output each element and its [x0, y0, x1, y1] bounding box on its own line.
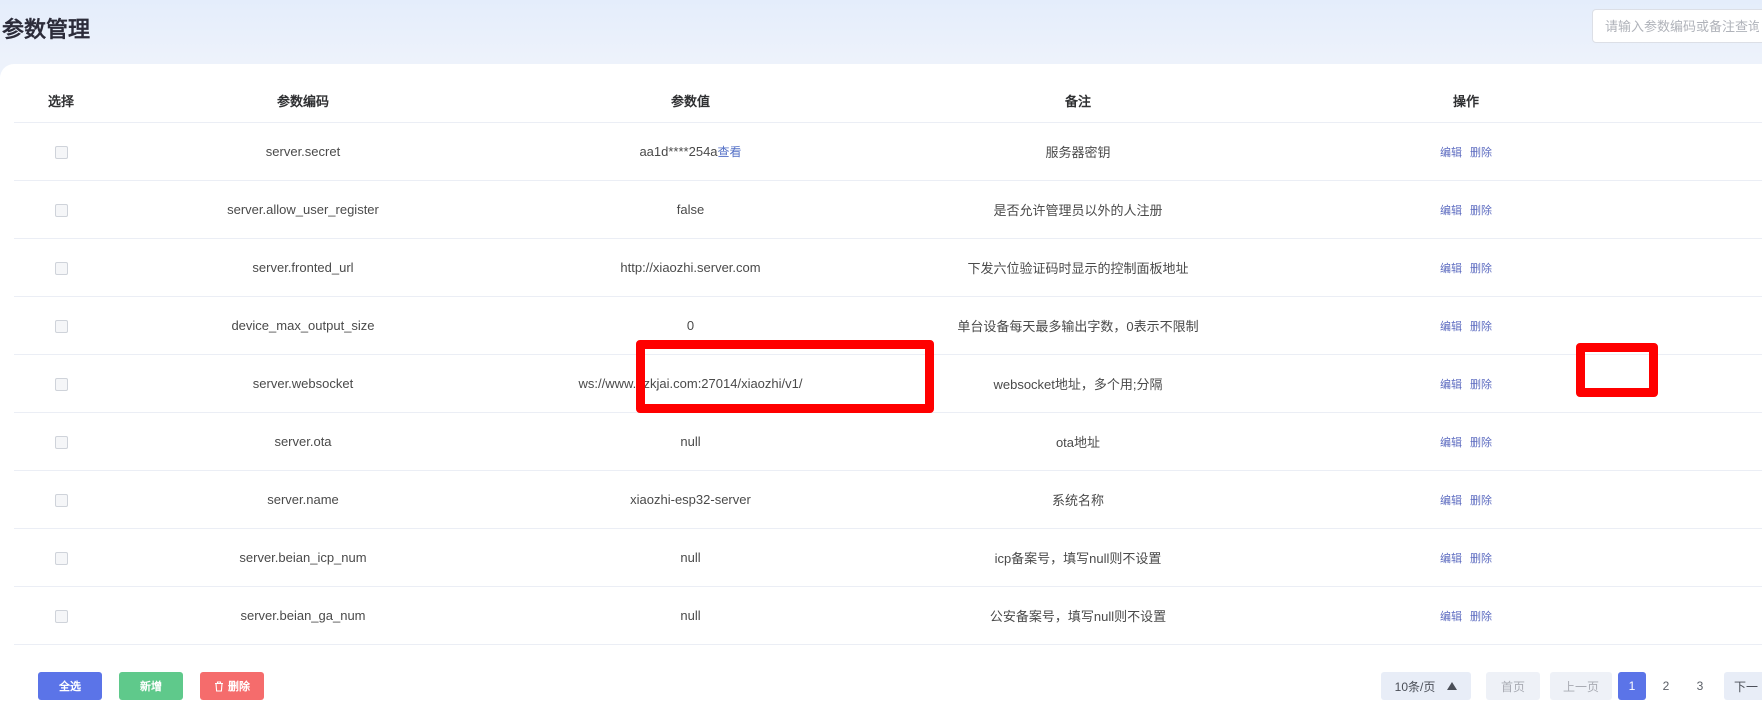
edit-button[interactable]: 编辑	[1440, 263, 1462, 275]
param-value: null	[498, 412, 883, 471]
add-button[interactable]: 新增	[119, 672, 183, 700]
row-checkbox[interactable]	[54, 320, 68, 334]
param-value-cell: aa1d****254a查看	[498, 122, 883, 181]
view-link[interactable]: 查看	[718, 145, 742, 159]
page-2-label: 2	[1662, 679, 1670, 693]
page: 参数管理 选择 参数编码 参数值 备注 操作	[0, 0, 1762, 708]
delete-button[interactable]: 删除	[1470, 205, 1492, 217]
table-row: server.secret aa1d****254a查看 服务器密钥 编辑 删除	[14, 122, 1762, 181]
param-note: websocket地址，多个用;分隔	[883, 354, 1273, 413]
page-title: 参数管理	[2, 17, 91, 42]
param-code: server.beian_ga_num	[108, 586, 498, 645]
row-checkbox[interactable]	[54, 436, 68, 450]
param-value: null	[498, 528, 883, 587]
param-note: icp备案号，填写null则不设置	[883, 528, 1273, 587]
table-row: server.fronted_url http://xiaozhi.server…	[14, 238, 1762, 297]
select-all-button[interactable]: 全选	[38, 672, 102, 700]
param-value: null	[498, 586, 883, 645]
caret-up-icon	[1447, 682, 1458, 690]
param-code: server.secret	[108, 122, 498, 181]
table-row: server.websocket ws://www.hzkjai.com:270…	[14, 354, 1762, 413]
param-value: 0	[498, 296, 883, 355]
table-row: server.beian_ga_num null 公安备案号，填写null则不设…	[14, 586, 1762, 645]
param-note: 系统名称	[883, 470, 1273, 529]
row-checkbox[interactable]	[54, 378, 68, 392]
add-label: 新增	[140, 681, 162, 693]
delete-button[interactable]: 删除	[1470, 611, 1492, 623]
edit-button[interactable]: 编辑	[1440, 205, 1462, 217]
param-code: server.ota	[108, 412, 498, 471]
next-page-button[interactable]: 下一	[1724, 672, 1762, 700]
page-3-label: 3	[1696, 679, 1704, 693]
row-checkbox[interactable]	[54, 610, 68, 624]
table-row: server.ota null ota地址 编辑 删除	[14, 412, 1762, 471]
table-row: server.beian_icp_num null icp备案号，填写null则…	[14, 528, 1762, 587]
page-1-button[interactable]: 1	[1618, 672, 1646, 700]
edit-button[interactable]: 编辑	[1440, 553, 1462, 565]
col-code: 参数编码	[108, 78, 498, 123]
col-note: 备注	[883, 78, 1273, 123]
delete-button[interactable]: 删除	[1470, 147, 1492, 159]
edit-button[interactable]: 编辑	[1440, 379, 1462, 391]
content-card: 选择 参数编码 参数值 备注 操作 server.secret aa1d****…	[0, 64, 1762, 708]
row-checkbox[interactable]	[54, 262, 68, 276]
prev-page-label: 上一页	[1562, 679, 1599, 694]
param-note: ota地址	[883, 412, 1273, 471]
page-2-button[interactable]: 2	[1653, 672, 1679, 700]
param-note: 公安备案号，填写null则不设置	[883, 586, 1273, 645]
edit-button[interactable]: 编辑	[1440, 437, 1462, 449]
param-code: server.websocket	[108, 354, 498, 413]
param-code: server.fronted_url	[108, 238, 498, 297]
table-header-row: 选择 参数编码 参数值 备注 操作	[14, 78, 1762, 123]
trash-icon	[215, 680, 223, 692]
edit-button[interactable]: 编辑	[1440, 495, 1462, 507]
edit-button[interactable]: 编辑	[1440, 321, 1462, 333]
delete-button[interactable]: 删除	[1470, 437, 1492, 449]
param-note: 下发六位验证码时显示的控制面板地址	[883, 238, 1273, 297]
next-page-label: 下一	[1734, 679, 1759, 694]
param-value: aa1d****254a	[639, 144, 718, 159]
param-code: server.allow_user_register	[108, 180, 498, 239]
col-actions: 操作	[1273, 78, 1659, 123]
delete-label: 删除	[228, 681, 250, 693]
delete-button[interactable]: 删除	[1470, 321, 1492, 333]
prev-page-button[interactable]: 上一页	[1550, 672, 1612, 700]
delete-button[interactable]: 删除	[1470, 263, 1492, 275]
param-value: xiaozhi-esp32-server	[498, 470, 883, 529]
param-value: ws://www.hzkjai.com:27014/xiaozhi/v1/	[498, 354, 883, 413]
edit-button[interactable]: 编辑	[1440, 147, 1462, 159]
col-select: 选择	[14, 78, 108, 123]
param-code: server.name	[108, 470, 498, 529]
params-table: 选择 参数编码 参数值 备注 操作 server.secret aa1d****…	[14, 78, 1762, 645]
first-page-label: 首页	[1500, 679, 1525, 694]
select-all-label: 全选	[59, 681, 81, 693]
row-checkbox[interactable]	[54, 552, 68, 566]
page-size-label: 10条/页	[1394, 679, 1436, 694]
delete-button[interactable]: 删除	[1470, 495, 1492, 507]
delete-button[interactable]: 删除	[1470, 553, 1492, 565]
row-checkbox[interactable]	[54, 494, 68, 508]
delete-button[interactable]: 删除	[1470, 379, 1492, 391]
page-size-select[interactable]: 10条/页	[1381, 672, 1471, 700]
row-checkbox[interactable]	[54, 146, 68, 160]
table-row: server.name xiaozhi-esp32-server 系统名称 编辑…	[14, 470, 1762, 529]
param-note: 是否允许管理员以外的人注册	[883, 180, 1273, 239]
col-extra	[1659, 78, 1762, 123]
param-code: server.beian_icp_num	[108, 528, 498, 587]
row-checkbox[interactable]	[54, 204, 68, 218]
edit-button[interactable]: 编辑	[1440, 611, 1462, 623]
param-value: http://xiaozhi.server.com	[498, 238, 883, 297]
table-row: device_max_output_size 0 单台设备每天最多输出字数，0表…	[14, 296, 1762, 355]
col-value: 参数值	[498, 78, 883, 123]
table-row: server.allow_user_register false 是否允许管理员…	[14, 180, 1762, 239]
page-3-button[interactable]: 3	[1687, 672, 1713, 700]
first-page-button[interactable]: 首页	[1486, 672, 1540, 700]
page-1-label: 1	[1628, 679, 1636, 693]
param-code: device_max_output_size	[108, 296, 498, 355]
delete-batch-button[interactable]: 删除	[200, 672, 264, 700]
param-note: 单台设备每天最多输出字数，0表示不限制	[883, 296, 1273, 355]
param-note: 服务器密钥	[883, 122, 1273, 181]
search-input[interactable]	[1592, 9, 1762, 43]
param-value: false	[498, 180, 883, 239]
